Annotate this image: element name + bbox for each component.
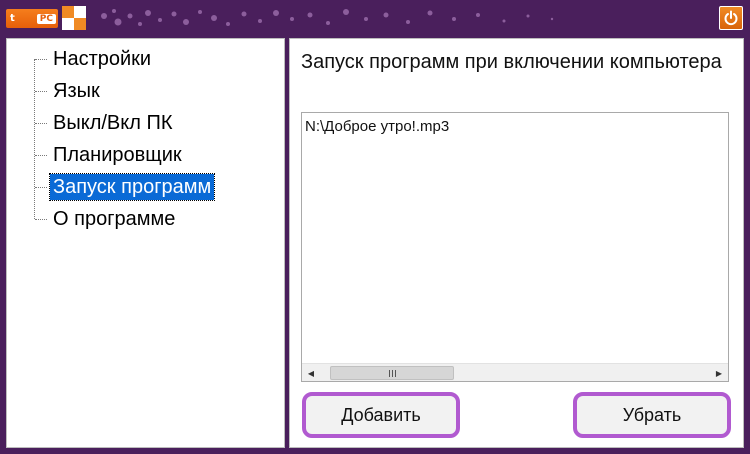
tree-item-label: О программе [53, 208, 176, 230]
tree-item-label: Планировщик [53, 144, 182, 166]
grip-icon [388, 369, 396, 377]
settings-tree: Настройки Язык Выкл/Вкл ПК Планировщик З… [7, 39, 284, 447]
tree-item-about[interactable]: О программе [35, 205, 178, 233]
settings-tree-panel: Настройки Язык Выкл/Вкл ПК Планировщик З… [6, 38, 285, 448]
title-bar: t PC [0, 0, 750, 36]
scrollbar-thumb[interactable] [330, 366, 454, 380]
power-icon [724, 10, 738, 26]
scroll-left-arrow-icon[interactable]: ◀ [302, 364, 320, 382]
tree-item-label: Запуск программ [48, 173, 216, 201]
tree-item-label: Настройки [53, 48, 152, 70]
startup-programs-list[interactable]: N:\Доброе утро!.mp3 ◀ ▶ [301, 112, 729, 382]
tree-item-startup-programs[interactable]: Запуск программ [35, 173, 216, 201]
horizontal-scrollbar[interactable]: ◀ ▶ [302, 363, 728, 381]
power-button[interactable] [719, 6, 743, 30]
app-logo: t PC [6, 9, 58, 28]
tree-item-language[interactable]: Язык [35, 77, 103, 105]
panel-title: Запуск программ при включении компьютера [301, 51, 722, 73]
startup-programs-panel: Запуск программ при включении компьютера… [289, 38, 744, 448]
list-item[interactable]: N:\Доброе утро!.mp3 [305, 118, 449, 135]
tree-item-settings[interactable]: Настройки [35, 45, 154, 73]
remove-button[interactable]: Убрать [573, 392, 731, 438]
scroll-right-arrow-icon[interactable]: ▶ [710, 364, 728, 382]
tree-item-power[interactable]: Выкл/Вкл ПК [35, 109, 175, 137]
decorative-dots [101, 9, 554, 26]
logo-badge: PC [36, 13, 56, 24]
add-button[interactable]: Добавить [302, 392, 460, 438]
tree-item-label: Выкл/Вкл ПК [53, 112, 173, 134]
logo-checker-icon [62, 6, 88, 32]
tree-item-scheduler[interactable]: Планировщик [35, 141, 185, 169]
tree-item-label: Язык [53, 80, 100, 102]
